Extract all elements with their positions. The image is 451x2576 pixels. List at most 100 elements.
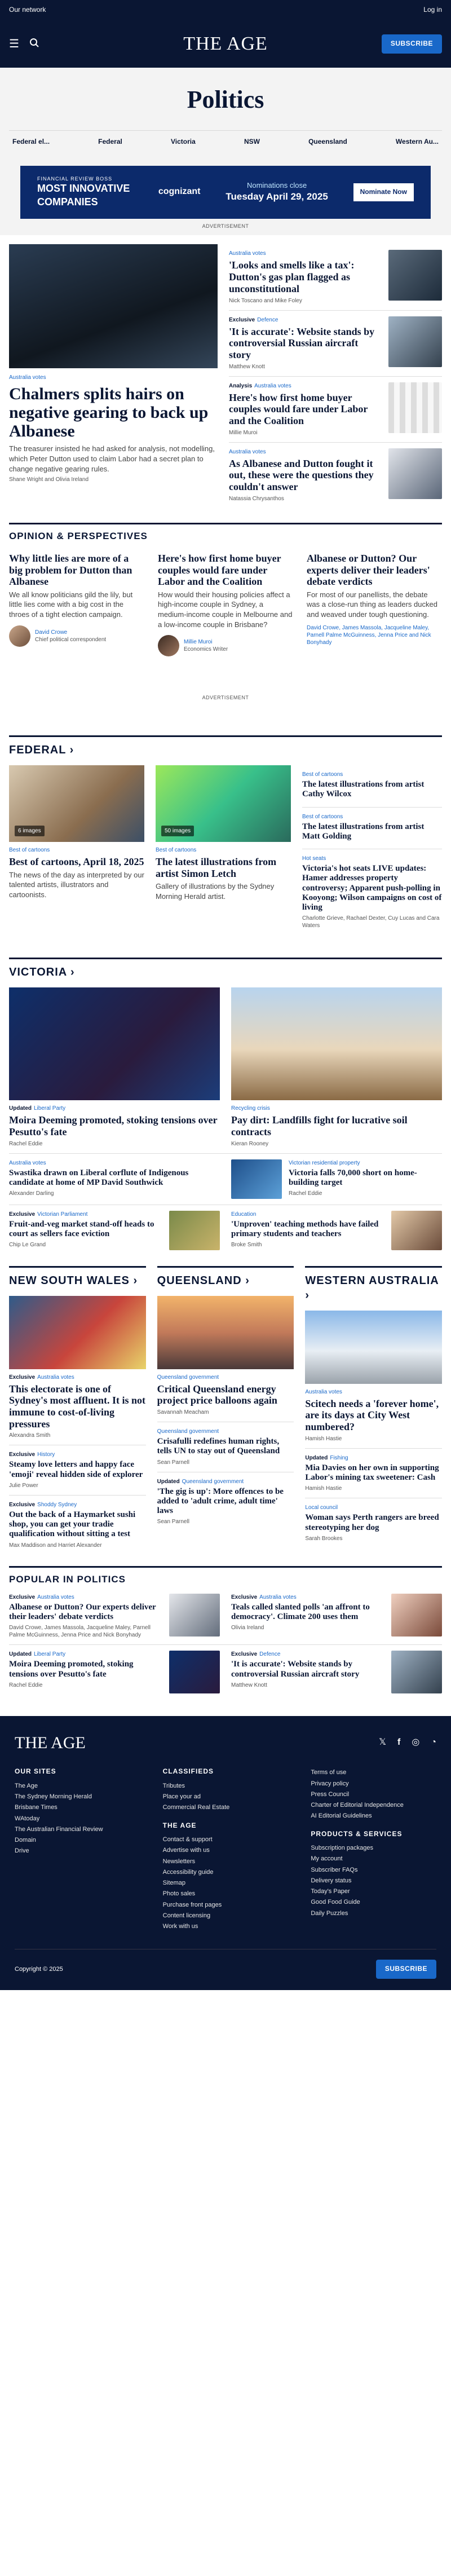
- footer-link[interactable]: Drive: [15, 1846, 140, 1856]
- story-label[interactable]: Defence: [259, 1651, 280, 1657]
- story-card[interactable]: Updated Queensland government 'The gig is…: [157, 1478, 294, 1526]
- nsw-heading[interactable]: NEW SOUTH WALES ›: [9, 1268, 146, 1296]
- story-title[interactable]: 'Looks and smells like a tax': Dutton's …: [229, 259, 382, 294]
- menu-icon[interactable]: ☰: [9, 37, 19, 51]
- story-title[interactable]: Woman says Perth rangers are breed stere…: [305, 1513, 442, 1533]
- story-label[interactable]: Liberal Party: [34, 1651, 65, 1657]
- lead-story-title[interactable]: Chalmers splits hairs on negative gearin…: [9, 385, 218, 440]
- story-label[interactable]: Australia votes: [259, 1594, 297, 1600]
- story-title[interactable]: Best of cartoons, April 18, 2025: [9, 856, 144, 868]
- opinion-item[interactable]: Here's how first home buyer couples woul…: [158, 550, 293, 657]
- footer-link[interactable]: WAtoday: [15, 1814, 140, 1824]
- footer-link[interactable]: Privacy policy: [311, 1779, 436, 1789]
- story-card[interactable]: Updated Fishing Mia Davies on her own in …: [305, 1454, 442, 1493]
- story-title[interactable]: Albanese or Dutton? Our experts deliver …: [9, 1603, 162, 1622]
- story-title[interactable]: 'Unproven' teaching methods have failed …: [231, 1220, 384, 1240]
- federal-heading[interactable]: FEDERAL ›: [9, 737, 442, 765]
- footer-link[interactable]: Subscription packages: [311, 1843, 436, 1854]
- qld-heading[interactable]: QUEENSLAND ›: [157, 1268, 294, 1296]
- story-label[interactable]: Fishing: [330, 1455, 348, 1461]
- footer-link[interactable]: Sitemap: [163, 1878, 289, 1889]
- story-title[interactable]: Pay dirt: Landfills fight for lucrative …: [231, 1114, 442, 1137]
- facebook-icon[interactable]: f: [397, 1737, 400, 1749]
- story-title[interactable]: The latest illustrations from artist Sim…: [156, 856, 291, 879]
- rss-icon[interactable]: ◔: [431, 1737, 436, 1749]
- story-card[interactable]: Recycling crisis Pay dirt: Landfills fig…: [231, 987, 442, 1147]
- footer-link[interactable]: Place your ad: [163, 1792, 289, 1802]
- victoria-heading[interactable]: VICTORIA ›: [9, 959, 442, 987]
- story-card[interactable]: Updated Liberal Party Moira Deeming promo…: [9, 987, 220, 1147]
- footer-link[interactable]: Purchase front pages: [163, 1900, 289, 1911]
- story-title[interactable]: Victoria falls 70,000 short on home-buil…: [289, 1168, 442, 1188]
- sidebar-story[interactable]: Australia votes 'Looks and smells like a…: [229, 244, 442, 311]
- opinion-title[interactable]: Albanese or Dutton? Our experts deliver …: [307, 553, 442, 588]
- footer-link[interactable]: Good Food Guide: [311, 1897, 436, 1908]
- story-card[interactable]: Queensland government Crisafulli redefin…: [157, 1428, 294, 1466]
- story-label[interactable]: Best of cartoons: [302, 813, 442, 821]
- story-card[interactable]: Victorian residential property Victoria f…: [231, 1159, 442, 1199]
- our-network-link[interactable]: Our network: [9, 6, 46, 15]
- story-title[interactable]: Scitech needs a 'forever home', are its …: [305, 1398, 442, 1433]
- ad-cta-button[interactable]: Nominate Now: [353, 183, 414, 201]
- opinion-item[interactable]: Albanese or Dutton? Our experts deliver …: [307, 550, 442, 656]
- footer-link[interactable]: The Australian Financial Review: [15, 1824, 140, 1835]
- story-title[interactable]: Crisafulli redefines human rights, tells…: [157, 1437, 294, 1457]
- instagram-icon[interactable]: ◎: [412, 1737, 419, 1749]
- author-names[interactable]: David Crowe, James Massola, Jacqueline M…: [307, 624, 442, 646]
- story-title[interactable]: Mia Davies on her own in supporting Labo…: [305, 1463, 442, 1483]
- story-label[interactable]: Australia votes: [254, 383, 291, 389]
- story-label[interactable]: Australia votes: [37, 1594, 74, 1600]
- popular-item[interactable]: Exclusive Australia votes Albanese or Dutt…: [9, 1593, 220, 1639]
- story-title[interactable]: Steamy love letters and happy face 'emoj…: [9, 1460, 146, 1480]
- footer-logo[interactable]: THE AGE: [15, 1732, 86, 1754]
- footer-link[interactable]: Brisbane Times: [15, 1802, 140, 1813]
- sidebar-story[interactable]: Hot seats Victoria's hot seats LIVE updat…: [302, 849, 442, 935]
- story-card[interactable]: Australia votes Swastika drawn on Liberal…: [9, 1159, 220, 1199]
- lead-story-label[interactable]: Australia votes: [9, 374, 218, 381]
- footer-link[interactable]: Subscriber FAQs: [311, 1865, 436, 1876]
- story-title[interactable]: The latest illustrations from artist Mat…: [302, 822, 442, 842]
- story-title[interactable]: 'The gig is up': More offences to be add…: [157, 1487, 294, 1516]
- opinion-item[interactable]: Why little lies are more of a big proble…: [9, 550, 144, 656]
- sidebar-story[interactable]: Best of cartoons The latest illustrations…: [302, 808, 442, 850]
- story-title[interactable]: Swastika drawn on Liberal corflute of In…: [9, 1168, 220, 1188]
- story-label[interactable]: Best of cartoons: [9, 846, 144, 854]
- story-title[interactable]: As Albanese and Dutton fought it out, th…: [229, 458, 382, 493]
- story-card[interactable]: Queensland government Critical Queenslan…: [157, 1374, 294, 1416]
- story-label[interactable]: Australia votes: [305, 1388, 442, 1396]
- story-title[interactable]: Victoria's hot seats LIVE updates: Hamer…: [302, 864, 442, 912]
- story-label[interactable]: Best of cartoons: [156, 846, 291, 854]
- story-title[interactable]: Moira Deeming promoted, stoking tensions…: [9, 1660, 162, 1679]
- ad-banner[interactable]: FINANCIAL REVIEW BOSS MOST INNOVATIVE CO…: [20, 165, 431, 219]
- story-title[interactable]: 'It is accurate': Website stands by cont…: [229, 326, 382, 361]
- story-label[interactable]: Defence: [257, 317, 278, 323]
- subnav-nsw[interactable]: NSW: [241, 138, 263, 147]
- sidebar-story[interactable]: Best of cartoons The latest illustrations…: [302, 765, 442, 808]
- footer-link[interactable]: Charter of Editorial Independence: [311, 1800, 436, 1811]
- story-card[interactable]: Exclusive Australia votes This electorate…: [9, 1374, 146, 1440]
- author-name[interactable]: Millie Muroi: [184, 638, 228, 646]
- footer-link[interactable]: Photo sales: [163, 1889, 289, 1899]
- sidebar-story[interactable]: Analysis Australia votes Here's how first…: [229, 377, 442, 443]
- story-card[interactable]: Exclusive History Steamy love letters and…: [9, 1451, 146, 1489]
- site-logo[interactable]: THE AGE: [183, 32, 268, 56]
- story-label[interactable]: Australia votes: [229, 250, 382, 257]
- story-label[interactable]: Queensland government: [182, 1479, 244, 1485]
- story-title[interactable]: Fruit-and-veg market stand-off heads to …: [9, 1220, 162, 1240]
- footer-link[interactable]: Terms of use: [311, 1767, 436, 1778]
- footer-link[interactable]: The Sydney Morning Herald: [15, 1792, 140, 1802]
- footer-link[interactable]: The Age: [15, 1781, 140, 1792]
- story-title[interactable]: Out the back of a Haymarket sushi shop, …: [9, 1510, 146, 1540]
- sidebar-story[interactable]: Exclusive Defence 'It is accurate': Websi…: [229, 311, 442, 377]
- wa-heading[interactable]: WESTERN AUSTRALIA ›: [305, 1268, 442, 1311]
- story-card[interactable]: Australia votes Scitech needs a 'forever…: [305, 1388, 442, 1443]
- story-title[interactable]: 'It is accurate': Website stands by cont…: [231, 1660, 384, 1679]
- opinion-heading[interactable]: OPINION & PERSPECTIVES: [9, 524, 442, 550]
- subnav-federal-election[interactable]: Federal el...: [9, 138, 53, 147]
- footer-link[interactable]: Domain: [15, 1835, 140, 1846]
- story-label[interactable]: Victorian residential property: [289, 1159, 442, 1167]
- footer-link[interactable]: Contact & support: [163, 1834, 289, 1845]
- popular-item[interactable]: Updated Liberal Party Moira Deeming promot…: [9, 1651, 220, 1694]
- story-title[interactable]: Critical Queensland energy project price…: [157, 1383, 294, 1406]
- story-label[interactable]: Queensland government: [157, 1374, 294, 1381]
